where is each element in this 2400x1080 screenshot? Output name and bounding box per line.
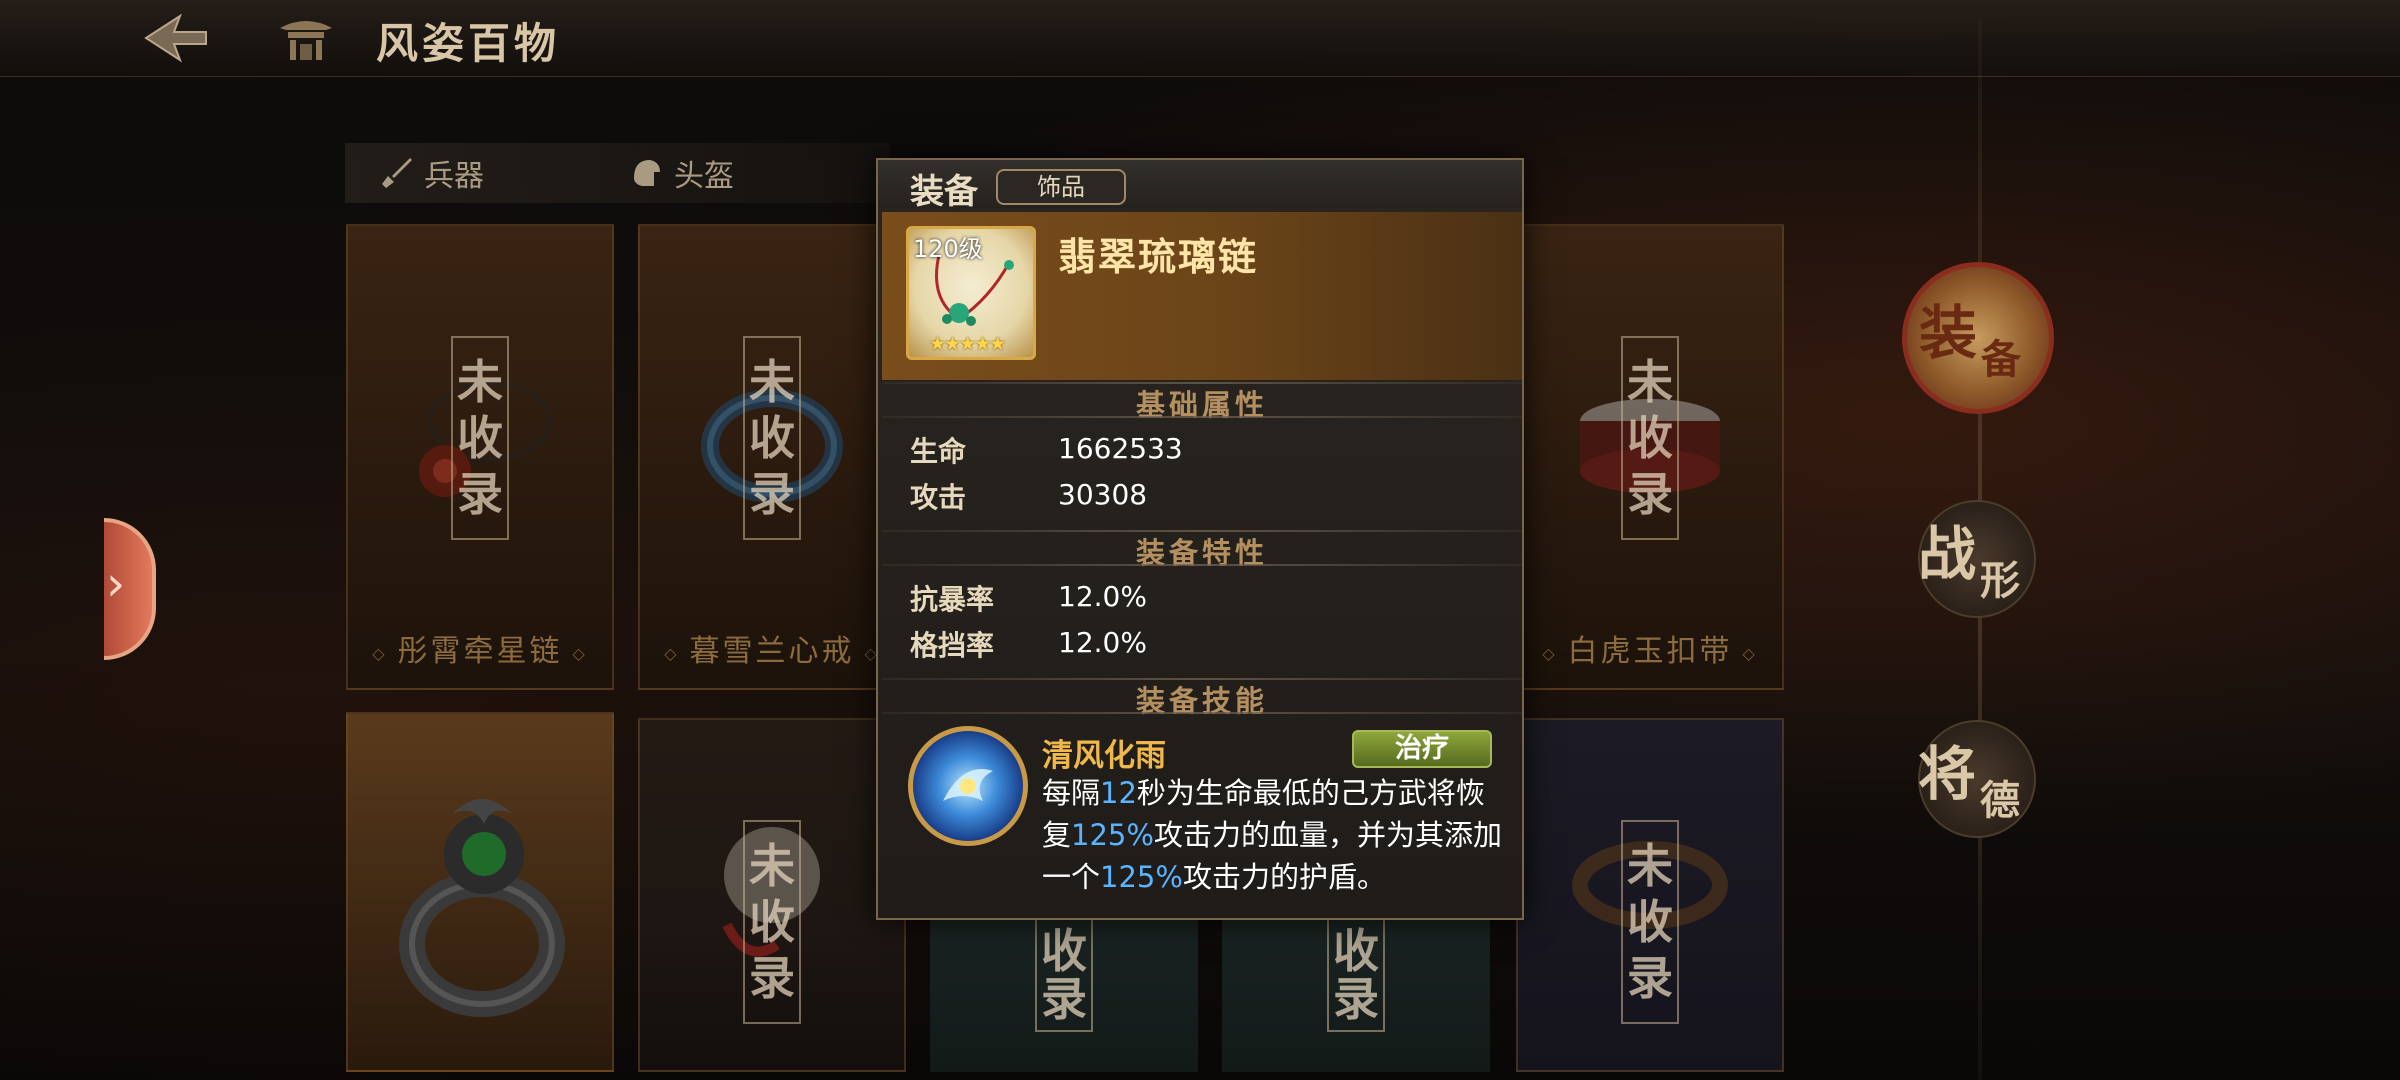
desc-number: 125% bbox=[1100, 860, 1183, 894]
page-title: 风姿百物 bbox=[376, 19, 561, 68]
collection-card[interactable]: 收 录 bbox=[930, 918, 1198, 1072]
stamp-char: 未 bbox=[749, 355, 795, 409]
stamp-char: 录 bbox=[1333, 972, 1379, 1026]
popup-header: 装备 饰品 bbox=[878, 160, 1522, 212]
tab-helmet-label: 头盔 bbox=[674, 159, 734, 194]
not-collected-stamp: 收 录 bbox=[1327, 918, 1385, 1032]
not-collected-stamp: 未 收 录 bbox=[743, 336, 801, 540]
collection-card[interactable]: 未 收 录 彤霄牵星链 bbox=[346, 224, 614, 690]
dragon-ring-art-icon bbox=[399, 799, 565, 1017]
collection-card[interactable] bbox=[346, 712, 614, 1072]
stamp-char: 录 bbox=[1627, 951, 1673, 1005]
stat-value: 12.0% bbox=[1058, 626, 1147, 659]
skill-name: 清风化雨 bbox=[1042, 738, 1166, 774]
stamp-char: 收 bbox=[749, 895, 795, 949]
stamp-char: 未 bbox=[1627, 839, 1673, 893]
not-collected-stamp: 未 收 录 bbox=[1621, 336, 1679, 540]
desc-text: 攻击力的护盾。 bbox=[1182, 860, 1386, 894]
stamp-char: 收 bbox=[1627, 411, 1673, 465]
nav-battle-form[interactable]: 战 形 bbox=[1918, 500, 2036, 618]
nav-label-main: 装 bbox=[1918, 299, 1977, 367]
stamp-char: 录 bbox=[457, 467, 503, 521]
top-bar: 风姿百物 bbox=[0, 0, 2400, 77]
item-hero: 120级 ★★★★★ 翡翠琉璃链 bbox=[882, 212, 1522, 380]
nav-label-sub: 备 bbox=[1981, 336, 2021, 383]
section-skill: 装备技能 bbox=[882, 678, 1522, 718]
helmet-icon bbox=[634, 160, 660, 186]
desc-number: 125% bbox=[1071, 818, 1154, 852]
nav-label-sub: 形 bbox=[1980, 557, 2020, 604]
stat-label: 生命 bbox=[910, 435, 967, 468]
nav-equipment[interactable]: 装 备 bbox=[1902, 262, 2054, 414]
nav-label-sub: 德 bbox=[1980, 777, 2020, 824]
not-collected-stamp: 收 录 bbox=[1035, 918, 1093, 1032]
desc-text: 每隔 bbox=[1042, 776, 1101, 810]
pavilion-icon bbox=[278, 14, 334, 62]
collection-card[interactable]: 未 收 录 bbox=[1516, 718, 1784, 1072]
card-name: 白虎玉扣带 bbox=[1518, 626, 1782, 676]
stat-label: 攻击 bbox=[910, 481, 967, 514]
stamp-char: 收 bbox=[457, 411, 503, 465]
tab-helmet[interactable]: 头盔 bbox=[630, 143, 734, 203]
collection-card[interactable]: 收 录 bbox=[1222, 918, 1490, 1072]
stamp-char: 收 bbox=[1333, 924, 1379, 978]
collection-card[interactable]: 未 收 录 暮雪兰心戒 bbox=[638, 224, 906, 690]
stamp-char: 未 bbox=[749, 839, 795, 893]
popup-kind: 装备 bbox=[910, 172, 978, 212]
nav-label-main: 战 bbox=[1917, 520, 1976, 588]
stamp-char: 收 bbox=[1041, 924, 1087, 978]
stamp-char: 未 bbox=[457, 355, 503, 409]
back-button[interactable] bbox=[140, 12, 210, 64]
skill-icon bbox=[908, 726, 1028, 846]
stat-value: 30308 bbox=[1058, 478, 1148, 511]
sword-icon bbox=[382, 158, 412, 188]
tab-weapon-label: 兵器 bbox=[424, 159, 484, 194]
collection-screen: 风姿百物 兵器 头盔 未 收 录 彤霄牵星链 bbox=[0, 0, 2400, 1080]
card-name: 暮雪兰心戒 bbox=[640, 626, 904, 676]
not-collected-stamp: 未 收 录 bbox=[1621, 820, 1679, 1024]
stamp-char: 收 bbox=[749, 411, 795, 465]
item-subtype-badge: 饰品 bbox=[996, 169, 1126, 205]
desc-number: 12 bbox=[1100, 776, 1137, 810]
item-level: 120级 bbox=[913, 235, 983, 263]
stat-label: 格挡率 bbox=[910, 629, 995, 662]
section-traits: 装备特性 bbox=[882, 530, 1522, 570]
stat-value: 12.0% bbox=[1058, 580, 1147, 613]
collection-card[interactable]: 未 收 录 白虎玉扣带 bbox=[1516, 224, 1784, 690]
item-icon-frame: 120级 ★★★★★ bbox=[906, 226, 1036, 360]
stamp-char: 录 bbox=[1627, 467, 1673, 521]
item-name: 翡翠琉璃链 bbox=[1058, 234, 1259, 279]
expand-side-button[interactable]: › bbox=[104, 518, 156, 660]
collection-card[interactable]: 未 收 录 bbox=[638, 718, 906, 1072]
stamp-char: 未 bbox=[1627, 355, 1673, 409]
chevron-right-icon: › bbox=[106, 556, 126, 612]
stamp-char: 录 bbox=[1041, 972, 1087, 1026]
not-collected-stamp: 未 收 录 bbox=[743, 820, 801, 1024]
section-base-attributes: 基础属性 bbox=[882, 382, 1522, 422]
stat-label: 抗暴率 bbox=[910, 583, 995, 616]
star-rating: ★★★★★ bbox=[929, 333, 1006, 355]
stamp-char: 收 bbox=[1627, 895, 1673, 949]
skill-description: 每隔12秒为生命最低的己方武将恢复125%攻击力的血量，并为其添加一个125%攻… bbox=[1042, 772, 1508, 898]
tab-weapon[interactable]: 兵器 bbox=[380, 143, 484, 203]
nav-label-main: 将 bbox=[1917, 740, 1976, 808]
not-collected-stamp: 未 收 录 bbox=[451, 336, 509, 540]
nav-general-virtue[interactable]: 将 德 bbox=[1918, 720, 2036, 838]
back-arrow-icon bbox=[144, 13, 207, 63]
stat-value: 1662533 bbox=[1058, 432, 1183, 465]
skill-type-tag: 治疗 bbox=[1352, 730, 1492, 768]
item-detail-popup: 装备 饰品 120级 ★★★★★ 翡翠琉璃链 基础属性 生命 1662533 攻… bbox=[876, 158, 1524, 920]
card-name: 彤霄牵星链 bbox=[348, 626, 612, 676]
stamp-char: 录 bbox=[749, 951, 795, 1005]
stamp-char: 录 bbox=[749, 467, 795, 521]
